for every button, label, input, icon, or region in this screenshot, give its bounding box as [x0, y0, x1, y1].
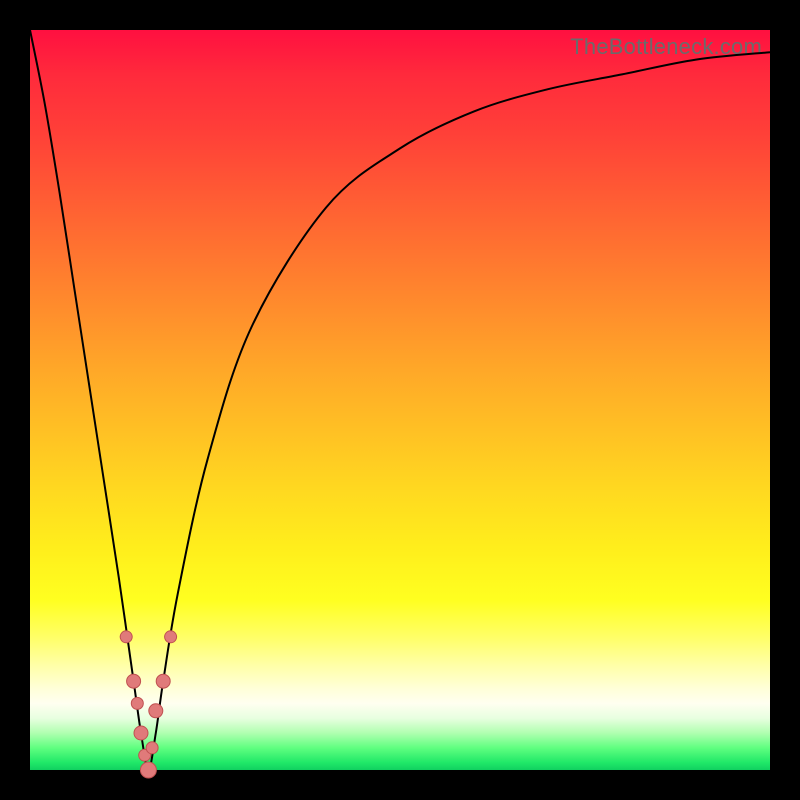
sample-point: [146, 742, 158, 754]
chart-frame: TheBottleneck.com: [0, 0, 800, 800]
sample-point: [131, 697, 143, 709]
curve-layer: [30, 30, 770, 770]
bottleneck-curve: [30, 30, 770, 770]
sample-point: [149, 704, 163, 718]
plot-area: TheBottleneck.com: [30, 30, 770, 770]
sample-point: [156, 674, 170, 688]
sample-point: [165, 631, 177, 643]
sample-point: [134, 726, 148, 740]
sample-point: [120, 631, 132, 643]
sample-point: [127, 674, 141, 688]
sample-point: [140, 762, 156, 778]
